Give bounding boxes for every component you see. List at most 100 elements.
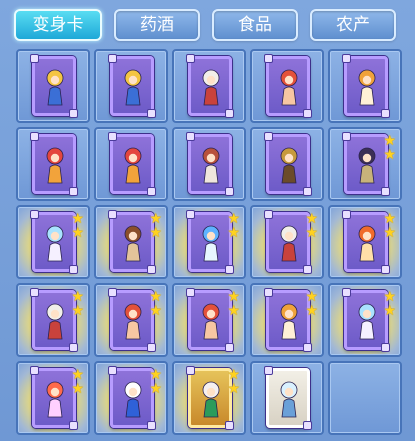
star-icon: ★ <box>227 367 240 383</box>
star-rating: ★ ★ <box>71 211 84 240</box>
inventory-slot[interactable] <box>328 49 402 123</box>
transform-card-icon <box>186 288 234 352</box>
transform-card-icon <box>342 288 390 352</box>
ice-dragon-icon <box>280 381 298 418</box>
white-haired-warrior-icon <box>280 225 298 262</box>
transform-card-icon <box>186 366 234 430</box>
inventory-slot[interactable] <box>172 49 246 123</box>
inventory-slot[interactable] <box>250 361 324 435</box>
star-icon: ★ <box>149 303 162 319</box>
transform-card-icon <box>108 210 156 274</box>
armored-general-icon <box>280 147 298 184</box>
transform-card-icon <box>186 54 234 118</box>
transform-card-icon <box>30 210 78 274</box>
red-phoenix-icon <box>46 147 64 184</box>
white-haired-warrior-icon <box>46 303 64 340</box>
transform-card-icon <box>186 132 234 196</box>
tab-medicinal-wine[interactable]: 药酒 <box>114 9 200 41</box>
star-icon: ★ <box>383 225 396 241</box>
star-rating: ★ ★ <box>305 211 318 241</box>
tab-transform-card[interactable]: 变身卡 <box>14 9 102 41</box>
heroine-icon <box>202 381 220 418</box>
yellow-mascot-icon <box>124 69 142 106</box>
inventory-slot[interactable]: ★ ★ <box>16 205 90 279</box>
transform-card-icon <box>264 210 312 274</box>
star-icon: ★ <box>227 381 240 397</box>
snowman-clown-icon <box>124 381 142 418</box>
inventory-slot[interactable]: ★ ★ <box>328 205 402 279</box>
transform-card-icon <box>108 366 156 430</box>
inventory-slot[interactable] <box>94 49 168 123</box>
inventory-slot[interactable] <box>172 127 246 201</box>
star-icon: ★ <box>149 367 162 383</box>
transform-card-icon <box>108 288 156 352</box>
star-icon: ★ <box>227 211 240 227</box>
inventory-slot[interactable] <box>94 127 168 201</box>
star-icon: ★ <box>71 303 84 319</box>
star-rating: ★ ★ <box>383 289 396 319</box>
star-icon: ★ <box>227 225 240 241</box>
cowboy-icon <box>124 225 142 262</box>
transform-card-icon <box>30 54 78 118</box>
inventory-slot[interactable]: ★ ★ <box>250 205 324 279</box>
star-icon: ★ <box>71 367 84 383</box>
transform-card-icon <box>108 132 156 196</box>
inventory-slot-empty[interactable] <box>328 361 402 435</box>
transform-card-icon <box>342 210 390 274</box>
inventory-slot[interactable]: ★ ★ <box>250 283 324 357</box>
star-rating: ★ ★ <box>149 289 162 319</box>
inventory-slot[interactable]: ★ ★ <box>172 361 246 435</box>
fox-girl-icon <box>280 303 298 340</box>
inventory-slot[interactable]: ★ ★ <box>94 205 168 279</box>
inventory-slot[interactable]: ★ ★ <box>94 361 168 435</box>
inventory-slot[interactable]: ★ ★ <box>94 283 168 357</box>
star-icon: ★ <box>71 381 84 397</box>
inventory-slot[interactable]: ★ ★ <box>172 283 246 357</box>
inventory-slot[interactable]: ★ ★ <box>16 361 90 435</box>
red-haired-girl-icon <box>202 303 220 340</box>
ice-wolf-icon <box>202 225 220 262</box>
yellow-mascot-icon <box>46 69 64 106</box>
inventory-slot[interactable] <box>250 49 324 123</box>
star-icon: ★ <box>305 303 318 319</box>
star-rating: ★ ★ <box>149 212 162 240</box>
transform-card-icon <box>264 288 312 352</box>
tab-food[interactable]: 食品 <box>212 9 298 41</box>
star-rating: ★ ★ <box>227 211 240 241</box>
star-rating: ★ ★ <box>71 289 84 319</box>
inventory-slot[interactable] <box>16 127 90 201</box>
transform-card-icon <box>342 132 390 196</box>
inventory-slot[interactable] <box>16 49 90 123</box>
winged-beast-icon <box>202 147 220 184</box>
star-rating: ★ ★ <box>305 289 318 319</box>
star-rating: ★ ★ <box>383 133 396 162</box>
star-icon: ★ <box>383 133 396 149</box>
star-icon: ★ <box>305 211 318 227</box>
star-icon: ★ <box>71 289 84 305</box>
star-icon: ★ <box>383 211 396 227</box>
red-haired-girl-icon <box>280 69 298 106</box>
inventory-slot[interactable]: ★ ★ <box>328 283 402 357</box>
inventory-slot[interactable]: ★ ★ <box>172 205 246 279</box>
star-icon: ★ <box>149 289 162 305</box>
star-icon: ★ <box>227 289 240 305</box>
star-icon: ★ <box>305 225 318 241</box>
star-icon: ★ <box>305 289 318 305</box>
inventory-grid: ★ ★ ★ ★ ★ ★ ★ ★ ★ ★ ★ ★ ★ ★ ★ ★ ★ ★ ★ ★ ★ ★ ★ ★ ★ ★ ★ ★ <box>16 49 402 435</box>
star-icon: ★ <box>149 381 162 397</box>
transform-card-icon <box>264 54 312 118</box>
star-rating: ★ ★ <box>149 367 162 397</box>
inventory-slot[interactable]: ★ ★ <box>328 127 402 201</box>
star-rating: ★ ★ <box>227 289 240 319</box>
star-icon: ★ <box>383 289 396 305</box>
inventory-slot[interactable] <box>250 127 324 201</box>
tab-farm-produce[interactable]: 农产 <box>310 9 396 41</box>
star-rating: ★ ★ <box>227 367 240 397</box>
transform-card-icon <box>264 366 312 430</box>
red-haired-girl-icon <box>124 303 142 340</box>
star-icon: ★ <box>383 303 396 319</box>
inventory-slot[interactable]: ★ ★ <box>16 283 90 357</box>
star-rating: ★ ★ <box>71 367 84 397</box>
star-icon: ★ <box>71 211 84 227</box>
star-icon: ★ <box>227 303 240 319</box>
